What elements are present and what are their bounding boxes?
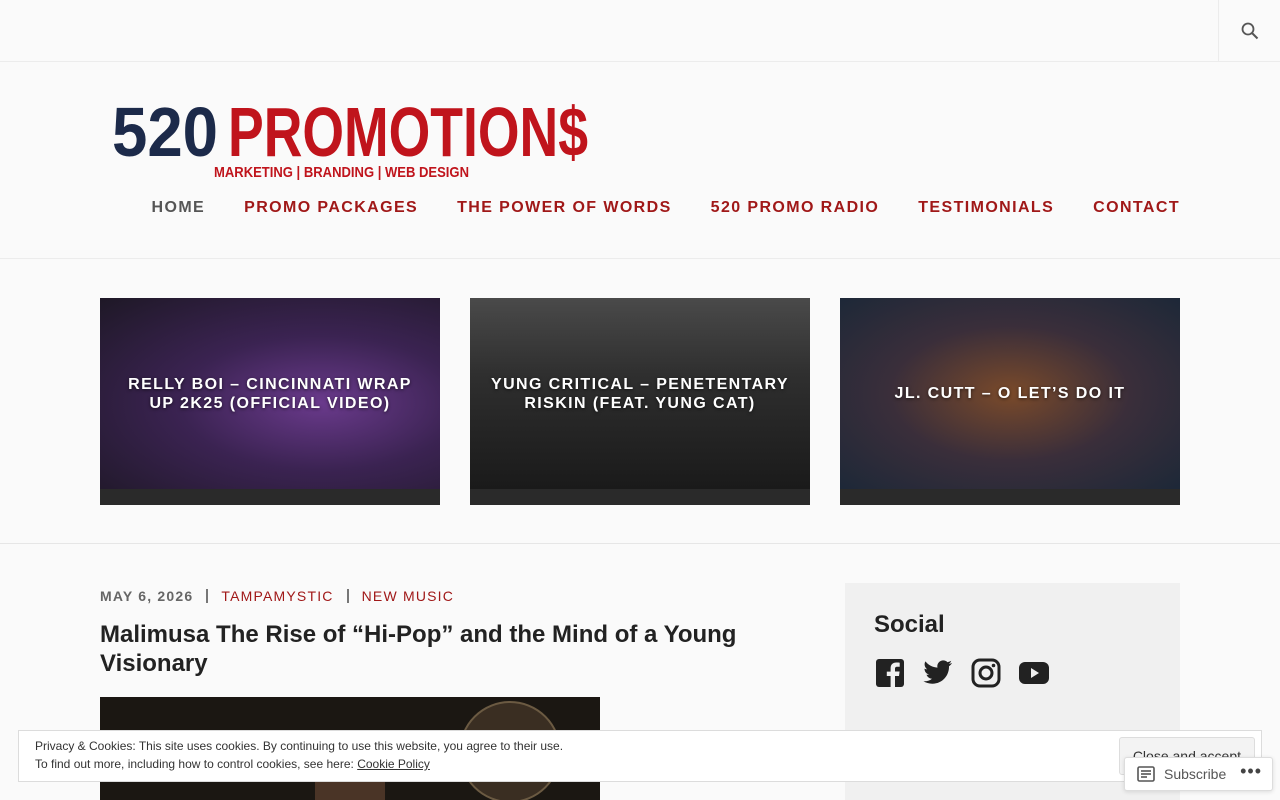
nav-home[interactable]: HOME (152, 199, 206, 217)
subscribe-widget: Subscribe ••• (1124, 757, 1273, 791)
top-bar (0, 0, 1280, 62)
nav-promo-radio[interactable]: 520 PROMO RADIO (711, 199, 880, 217)
logo-number: 520 (112, 93, 218, 171)
cookie-text-more: To find out more, including how to contr… (35, 757, 430, 771)
nav-contact[interactable]: CONTACT (1093, 199, 1180, 217)
logo-tagline: MARKETING | BRANDING | WEB DESIGN (214, 164, 469, 181)
post-author[interactable]: TAMPAMYSTIC (221, 588, 333, 604)
cookie-banner: Privacy & Cookies: This site uses cookie… (18, 730, 1262, 782)
post-meta: MAY 6, 2026 TAMPAMYSTIC NEW MUSIC (100, 588, 454, 604)
site-logo[interactable]: 520 PROMOTION$ MARKETING | BRANDING | WE… (112, 92, 592, 182)
youtube-icon[interactable] (1018, 658, 1050, 688)
cookie-more-prefix: To find out more, including how to contr… (35, 757, 354, 771)
post-category[interactable]: NEW MUSIC (362, 588, 454, 604)
subscribe-button[interactable]: Subscribe (1125, 766, 1226, 782)
featured-post-title: YUNG CRITICAL – PENETENTARY RISKIN (FEAT… (491, 375, 789, 412)
meta-divider (346, 589, 349, 603)
featured-post-card[interactable]: YUNG CRITICAL – PENETENTARY RISKIN (FEAT… (470, 298, 810, 505)
cookie-policy-link[interactable]: Cookie Policy (357, 757, 430, 771)
more-options-icon[interactable]: ••• (1240, 762, 1262, 780)
post-title[interactable]: Malimusa The Rise of “Hi-Pop” and the Mi… (100, 620, 800, 678)
featured-post-card[interactable]: RELLY BOI – CINCINNATI WRAP UP 2K25 (OFF… (100, 298, 440, 505)
header-divider (0, 258, 1280, 259)
featured-post-title: RELLY BOI – CINCINNATI WRAP UP 2K25 (OFF… (128, 375, 412, 412)
featured-post-title: JL. CUTT – O LET’S DO IT (894, 385, 1126, 402)
main-nav: HOME PROMO PACKAGES THE POWER OF WORDS 5… (152, 199, 1180, 217)
social-links (874, 658, 1050, 688)
content-divider (0, 543, 1280, 544)
instagram-icon[interactable] (970, 658, 1002, 688)
cookie-text: Privacy & Cookies: This site uses cookie… (35, 739, 564, 753)
twitter-icon[interactable] (922, 658, 954, 688)
featured-post-card[interactable]: JL. CUTT – O LET’S DO IT (840, 298, 1180, 505)
meta-divider (206, 589, 209, 603)
logo-word: PROMOTION$ (228, 93, 588, 171)
nav-testimonials[interactable]: TESTIMONIALS (918, 199, 1054, 217)
search-icon (1241, 22, 1258, 40)
featured-posts: RELLY BOI – CINCINNATI WRAP UP 2K25 (OFF… (100, 298, 1180, 505)
facebook-icon[interactable] (874, 658, 906, 688)
nav-promo-packages[interactable]: PROMO PACKAGES (244, 199, 418, 217)
reader-icon (1137, 766, 1155, 782)
subscribe-label: Subscribe (1164, 766, 1227, 782)
search-button[interactable] (1218, 0, 1280, 62)
nav-power-of-words[interactable]: THE POWER OF WORDS (457, 199, 672, 217)
post-date[interactable]: MAY 6, 2026 (100, 588, 193, 604)
sidebar-heading: Social (874, 611, 945, 638)
